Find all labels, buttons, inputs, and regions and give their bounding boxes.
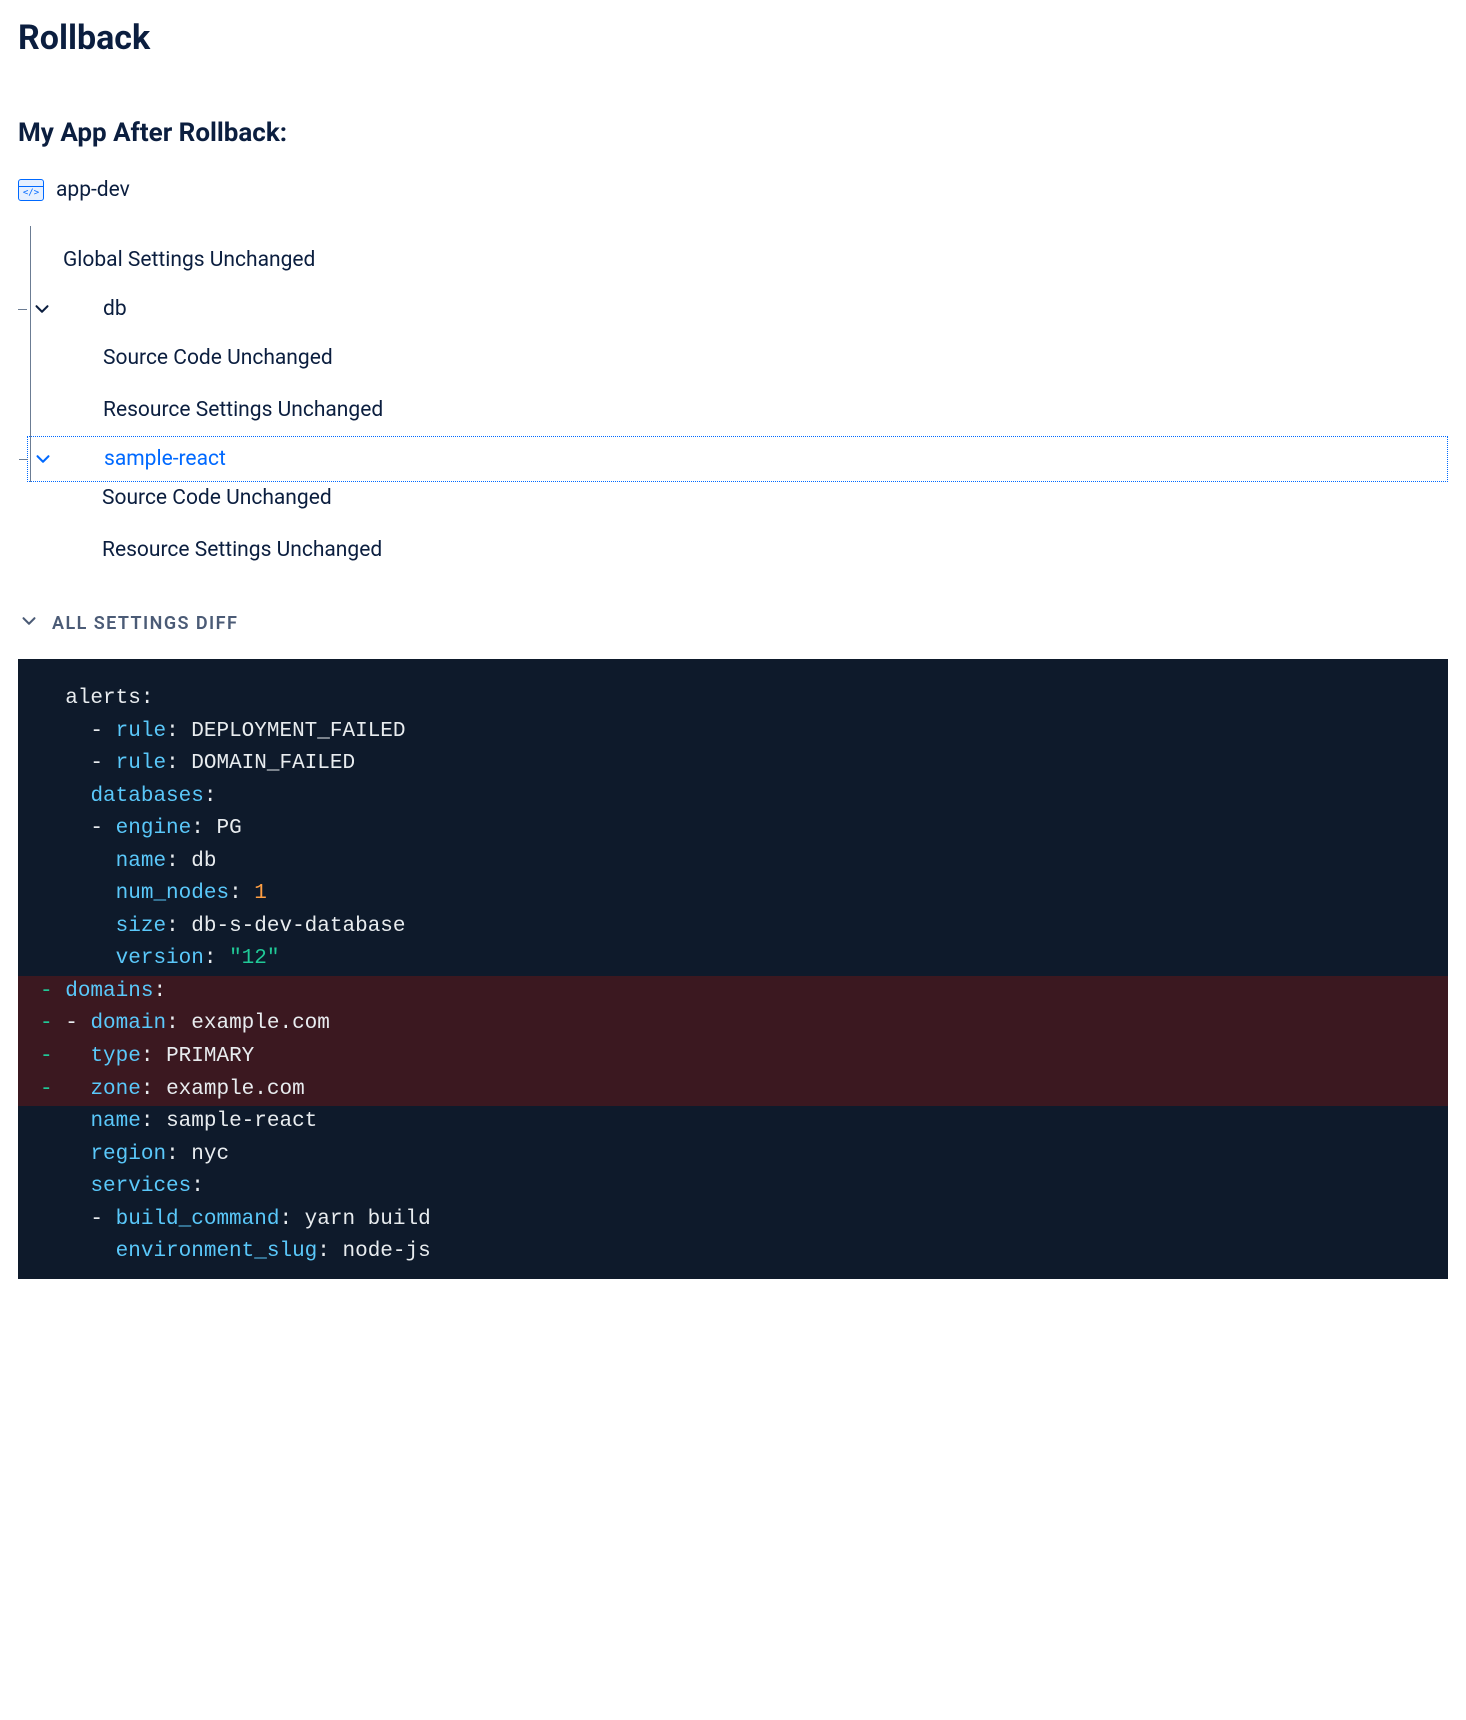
tree-row: Resource Settings Unchanged [81, 384, 1448, 436]
all-settings-diff-label: ALL SETTINGS DIFF [52, 613, 238, 634]
tree-row: Source Code Unchanged [80, 482, 1448, 524]
tree-sub-sample-react: Source Code Unchanged Resource Settings … [40, 482, 1448, 562]
tree-node-label: db [103, 297, 127, 321]
diff-line: - build_command: yarn build [18, 1204, 1448, 1237]
diff-line: num_nodes: 1 [18, 878, 1448, 911]
app-name: app-dev [56, 178, 130, 202]
diff-line: environment_slug: node-js [18, 1236, 1448, 1269]
diff-line: - engine: PG [18, 813, 1448, 846]
diff-line: databases: [18, 781, 1448, 814]
tree-row-global: Global Settings Unchanged [41, 234, 1448, 286]
page-title: Rollback [18, 18, 1448, 58]
diff-code-block: alerts: - rule: DEPLOYMENT_FAILED - rule… [18, 659, 1448, 1279]
tree-node-sample-react[interactable]: sample-react [27, 436, 1448, 482]
diff-line-removed: - zone: example.com [18, 1074, 1448, 1107]
diff-line-removed: - domains: [18, 976, 1448, 1009]
diff-line: alerts: [18, 683, 1448, 716]
app-tree: Global Settings Unchanged db Source Code… [30, 226, 1448, 482]
diff-line: services: [18, 1171, 1448, 1204]
diff-line: - rule: DEPLOYMENT_FAILED [18, 716, 1448, 749]
diff-line-removed: - type: PRIMARY [18, 1041, 1448, 1074]
tree-node-label: sample-react [104, 447, 226, 471]
diff-line: name: db [18, 846, 1448, 879]
diff-line: size: db-s-dev-database [18, 911, 1448, 944]
tree-node-db[interactable]: db [27, 286, 1448, 332]
diff-line: name: sample-react [18, 1106, 1448, 1139]
chevron-down-icon [18, 610, 40, 637]
diff-line: - rule: DOMAIN_FAILED [18, 748, 1448, 781]
tree-row: Source Code Unchanged [81, 332, 1448, 384]
chevron-down-icon [32, 448, 54, 470]
app-icon: </> [18, 179, 44, 201]
chevron-down-icon [31, 298, 53, 320]
tree-row: Resource Settings Unchanged [80, 524, 1448, 562]
app-header-row: </> app-dev [18, 178, 1448, 202]
tree-sub-db: Source Code Unchanged Resource Settings … [41, 332, 1448, 436]
all-settings-diff-toggle[interactable]: ALL SETTINGS DIFF [18, 610, 1448, 637]
diff-line: region: nyc [18, 1139, 1448, 1172]
after-rollback-heading: My App After Rollback: [18, 118, 1448, 148]
diff-line-removed: - - domain: example.com [18, 1008, 1448, 1041]
diff-line: version: "12" [18, 943, 1448, 976]
